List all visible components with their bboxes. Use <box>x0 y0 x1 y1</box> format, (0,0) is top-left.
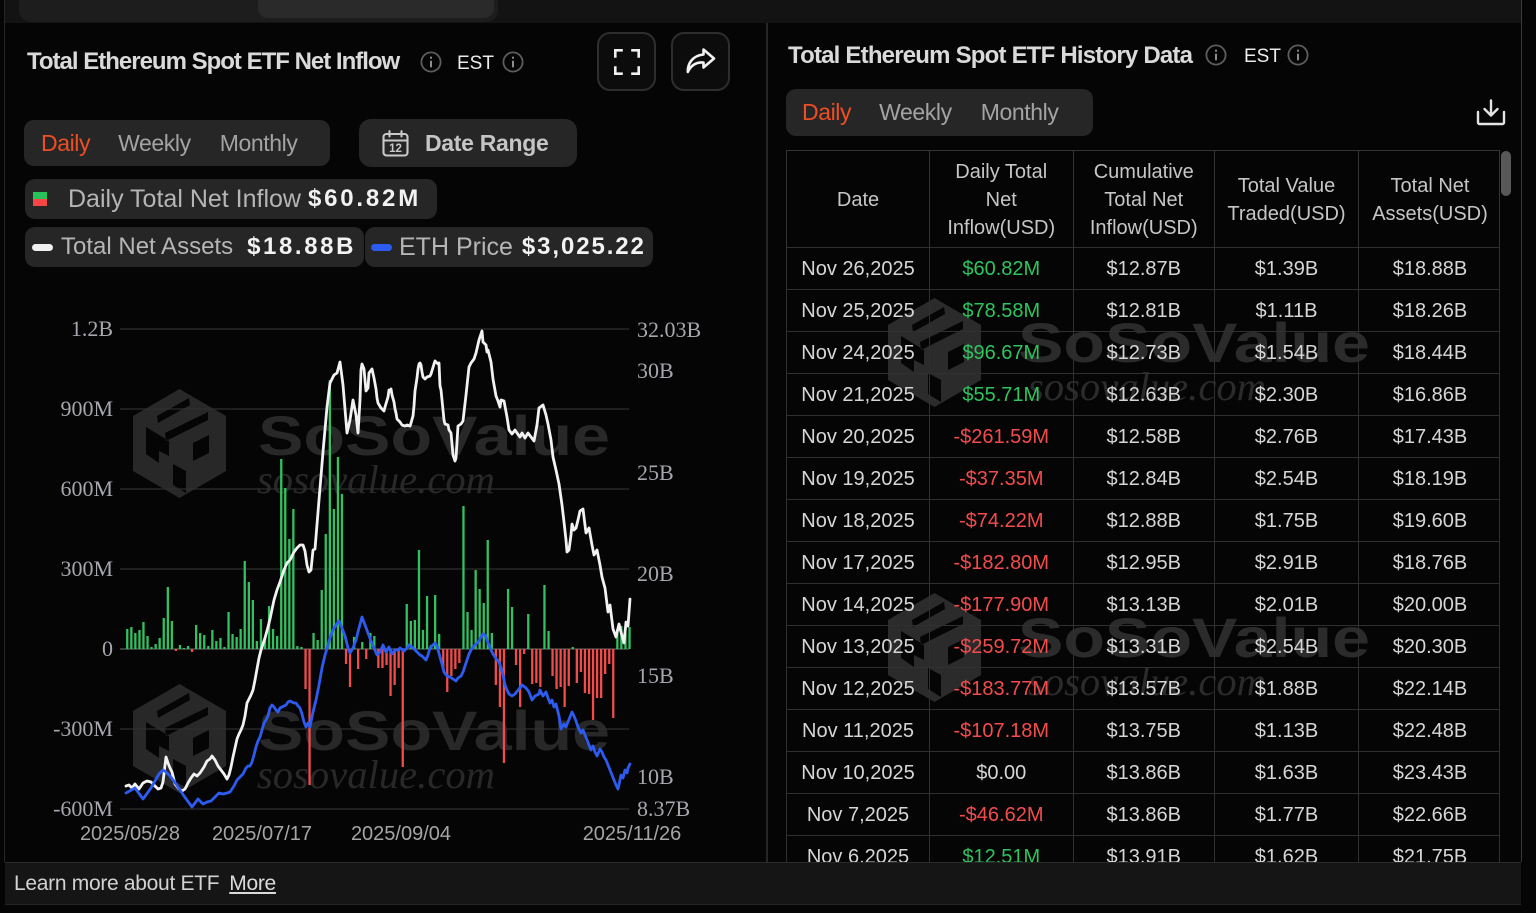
svg-text:2025/09/04: 2025/09/04 <box>351 823 451 845</box>
svg-text:2025/07/17: 2025/07/17 <box>212 823 312 845</box>
svg-text:15B: 15B <box>637 663 674 688</box>
svg-text:20B: 20B <box>637 561 674 586</box>
svg-text:600M: 600M <box>60 476 113 501</box>
svg-text:2025/11/26: 2025/11/26 <box>583 823 682 845</box>
svg-text:1.2B: 1.2B <box>71 316 113 341</box>
svg-text:-600M: -600M <box>53 796 113 821</box>
svg-text:32.03B: 32.03B <box>637 317 701 342</box>
svg-text:30B: 30B <box>637 358 674 383</box>
svg-text:2025/05/28: 2025/05/28 <box>80 823 180 845</box>
svg-text:25B: 25B <box>637 460 674 485</box>
svg-text:300M: 300M <box>60 556 113 581</box>
svg-text:900M: 900M <box>60 396 113 421</box>
svg-text:-300M: -300M <box>53 716 113 741</box>
svg-text:10B: 10B <box>637 764 674 789</box>
svg-text:12: 12 <box>389 143 402 155</box>
svg-text:8.37B: 8.37B <box>637 796 690 821</box>
svg-text:0: 0 <box>102 636 113 661</box>
